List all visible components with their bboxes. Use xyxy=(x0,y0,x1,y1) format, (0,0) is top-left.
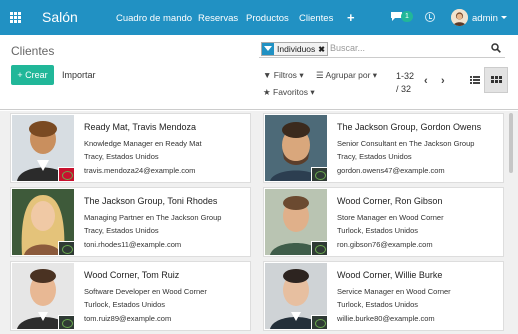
kanban-view: Ready Mat, Travis Mendoza Knowledge Mana… xyxy=(0,111,518,334)
kanban-view-icon xyxy=(491,76,502,83)
user-caret-icon[interactable] xyxy=(501,16,507,19)
breadcrumb-title: Clientes xyxy=(11,44,55,58)
customer-name: The Jackson Group, Toni Rhodes xyxy=(84,196,218,206)
customer-job: Knowledge Manager en Ready Mat xyxy=(84,139,202,148)
control-panel: Clientes + Crear Importar Individuos ✖ B… xyxy=(0,35,518,110)
scrollbar[interactable] xyxy=(509,113,513,173)
customer-job: Managing Partner en The Jackson Group xyxy=(84,213,222,222)
company-logo xyxy=(58,167,75,182)
filter-funnel-icon xyxy=(262,43,274,55)
chevron-down-icon: ▾ xyxy=(299,70,304,80)
groupby-label: Agrupar por xyxy=(325,70,371,80)
customer-card[interactable]: Wood Corner, Tom Ruiz Software Developer… xyxy=(10,261,251,331)
quick-create-plus-icon[interactable]: + xyxy=(347,10,355,25)
star-icon: ★ xyxy=(263,87,271,97)
favorites-dropdown[interactable]: ★ Favoritos ▾ xyxy=(263,87,315,98)
import-button[interactable]: Importar xyxy=(58,65,100,85)
app-brand[interactable]: Salón xyxy=(42,9,78,25)
create-button-label: Crear xyxy=(25,70,48,80)
customer-location: Tracy, Estados Unidos xyxy=(84,152,159,161)
customer-email[interactable]: travis.mendoza24@example.com xyxy=(84,166,195,175)
company-logo xyxy=(58,241,75,256)
customer-location: Tracy, Estados Unidos xyxy=(84,226,159,235)
pager-next-icon[interactable]: › xyxy=(441,75,445,87)
pager[interactable]: 1-32 / 32 xyxy=(396,70,414,96)
customer-location: Turlock, Estados Unidos xyxy=(84,300,166,309)
filter-funnel-icon: ▼ xyxy=(263,70,272,80)
user-name[interactable]: admin xyxy=(472,13,498,24)
chevron-down-icon: ▾ xyxy=(310,87,315,97)
search-icon[interactable] xyxy=(491,43,501,53)
plus-icon: + xyxy=(17,70,23,80)
customer-job: Service Manager en Wood Corner xyxy=(337,287,451,296)
company-logo xyxy=(311,167,328,182)
customer-card[interactable]: Ready Mat, Travis Mendoza Knowledge Mana… xyxy=(10,113,251,183)
kanban-view-button[interactable] xyxy=(484,67,508,93)
customer-location: Turlock, Estados Unidos xyxy=(337,300,419,309)
apps-menu-icon[interactable] xyxy=(10,12,21,23)
customer-name: Wood Corner, Ron Gibson xyxy=(337,196,443,206)
list-icon: ☰ xyxy=(316,70,324,80)
customer-card[interactable]: Wood Corner, Willie Burke Service Manage… xyxy=(263,261,504,331)
messages-badge: 1 xyxy=(401,11,413,22)
menu-item-customers[interactable]: Clientes xyxy=(299,13,333,24)
customer-name: Wood Corner, Tom Ruiz xyxy=(84,270,180,280)
groupby-dropdown[interactable]: ☰ Agrupar por ▾ xyxy=(316,70,377,81)
top-navbar: Salón Cuadro de mando Reservas Productos… xyxy=(0,0,518,35)
menu-item-bookings[interactable]: Reservas xyxy=(198,13,238,24)
remove-facet-icon[interactable]: ✖ xyxy=(318,45,327,54)
customer-job: Software Developer en Wood Corner xyxy=(84,287,207,296)
filters-label: Filtros xyxy=(273,70,297,80)
search-facet: Individuos ✖ xyxy=(261,42,328,56)
pager-total: / 32 xyxy=(396,84,412,94)
customer-email[interactable]: ron.gibson76@example.com xyxy=(337,240,433,249)
company-logo xyxy=(58,315,75,330)
search-bar: Individuos ✖ Buscar... xyxy=(259,41,505,58)
customer-email[interactable]: tom.ruiz89@example.com xyxy=(84,314,171,323)
customer-job: Store Manager en Wood Corner xyxy=(337,213,444,222)
customer-card[interactable]: The Jackson Group, Toni Rhodes Managing … xyxy=(10,187,251,257)
customer-name: The Jackson Group, Gordon Owens xyxy=(337,122,482,132)
company-logo xyxy=(311,315,328,330)
customer-card[interactable]: Wood Corner, Ron Gibson Store Manager en… xyxy=(263,187,504,257)
customer-name: Ready Mat, Travis Mendoza xyxy=(84,122,197,132)
pager-range[interactable]: 1-32 xyxy=(396,70,414,83)
customer-card[interactable]: The Jackson Group, Gordon Owens Senior C… xyxy=(263,113,504,183)
customer-email[interactable]: toni.rhodes11@example.com xyxy=(84,240,181,249)
search-input[interactable]: Buscar... xyxy=(330,43,365,53)
customer-location: Turlock, Estados Unidos xyxy=(337,226,419,235)
create-button[interactable]: + Crear xyxy=(11,65,54,85)
activity-clock-icon[interactable] xyxy=(425,12,435,22)
company-logo xyxy=(311,241,328,256)
user-avatar[interactable] xyxy=(451,9,468,26)
search-facet-label: Individuos xyxy=(277,44,316,54)
filters-dropdown[interactable]: ▼ Filtros ▾ xyxy=(263,70,304,81)
favorites-label: Favoritos xyxy=(273,87,308,97)
customer-location: Tracy, Estados Unidos xyxy=(337,152,412,161)
customer-name: Wood Corner, Willie Burke xyxy=(337,270,443,280)
customer-job: Senior Consultant en The Jackson Group xyxy=(337,139,475,148)
pager-previous-icon[interactable]: ‹ xyxy=(424,75,428,87)
menu-item-products[interactable]: Productos xyxy=(246,13,289,24)
chevron-down-icon: ▾ xyxy=(372,70,378,80)
customer-email[interactable]: gordon.owens47@example.com xyxy=(337,166,445,175)
menu-item-dashboard[interactable]: Cuadro de mando xyxy=(116,13,192,24)
customer-email[interactable]: willie.burke80@example.com xyxy=(337,314,435,323)
